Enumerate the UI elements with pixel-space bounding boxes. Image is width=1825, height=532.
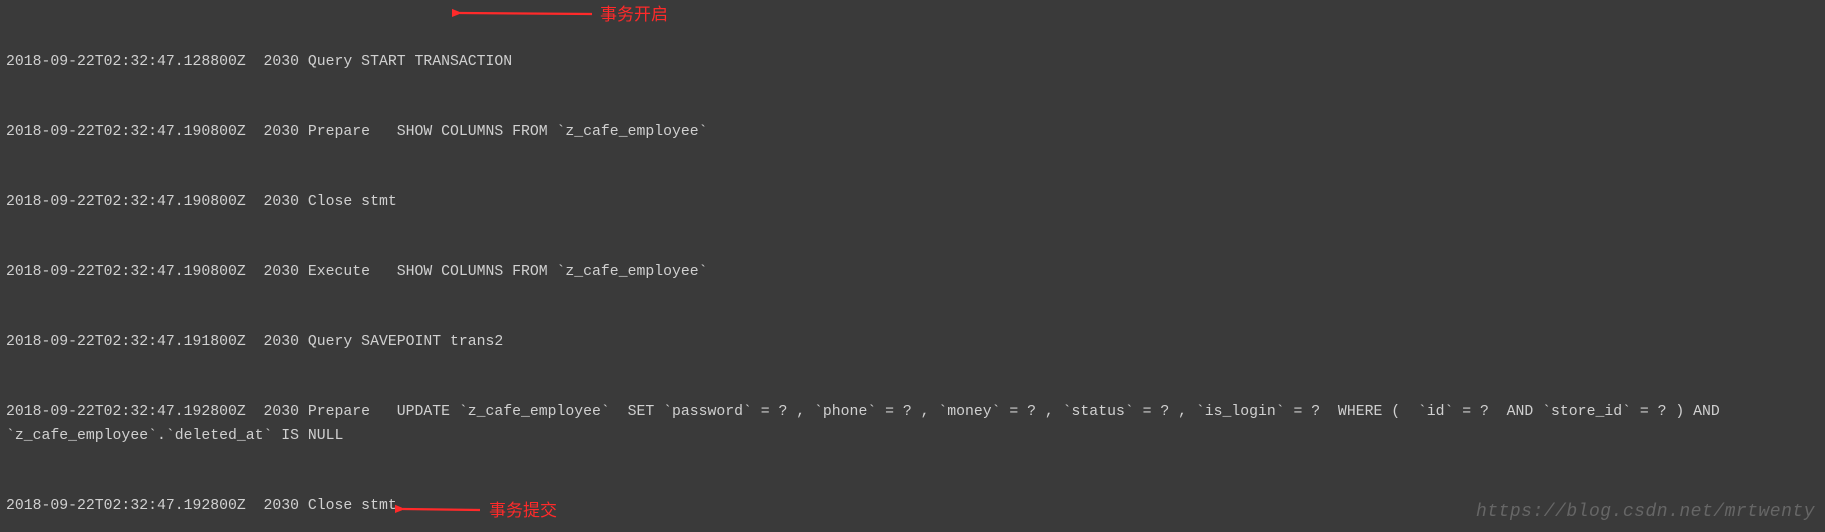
log-line: 2018-09-22T02:32:47.128800Z 2030 Query S… bbox=[6, 51, 1819, 74]
log-output: 2018-09-22T02:32:47.128800Z 2030 Query S… bbox=[0, 0, 1825, 532]
watermark: https://blog.csdn.net/mrtwenty bbox=[1476, 498, 1815, 526]
log-line: 2018-09-22T02:32:47.191800Z 2030 Query S… bbox=[6, 331, 1819, 354]
log-line: 2018-09-22T02:32:47.190800Z 2030 Execute… bbox=[6, 261, 1819, 284]
log-line: 2018-09-22T02:32:47.190800Z 2030 Close s… bbox=[6, 191, 1819, 214]
log-line: 2018-09-22T02:32:47.192800Z 2030 Prepare… bbox=[6, 401, 1819, 448]
log-line: 2018-09-22T02:32:47.190800Z 2030 Prepare… bbox=[6, 121, 1819, 144]
